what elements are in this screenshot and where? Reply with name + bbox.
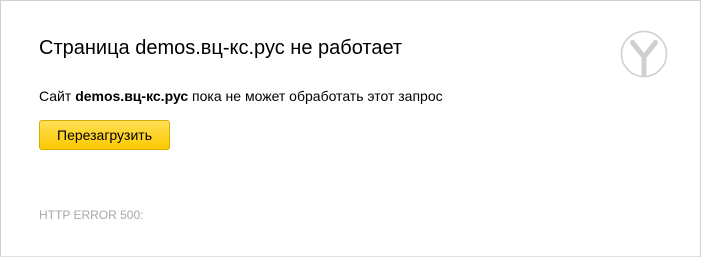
error-message: Сайт demos.вц-кс.рус пока не может обраб… bbox=[39, 87, 443, 105]
reload-button[interactable]: Перезагрузить bbox=[39, 120, 170, 150]
message-site-name: demos.вц-кс.рус bbox=[75, 88, 189, 104]
error-code: HTTP ERROR 500: bbox=[39, 208, 144, 222]
message-suffix: пока не может обработать этот запрос bbox=[188, 88, 443, 104]
page-title: Страница demos.вц-кс.рус не работает bbox=[39, 37, 403, 59]
message-prefix: Сайт bbox=[39, 88, 76, 104]
yandex-browser-logo-icon bbox=[620, 30, 668, 78]
error-page: Страница demos.вц-кс.рус не работает Сай… bbox=[0, 0, 701, 257]
